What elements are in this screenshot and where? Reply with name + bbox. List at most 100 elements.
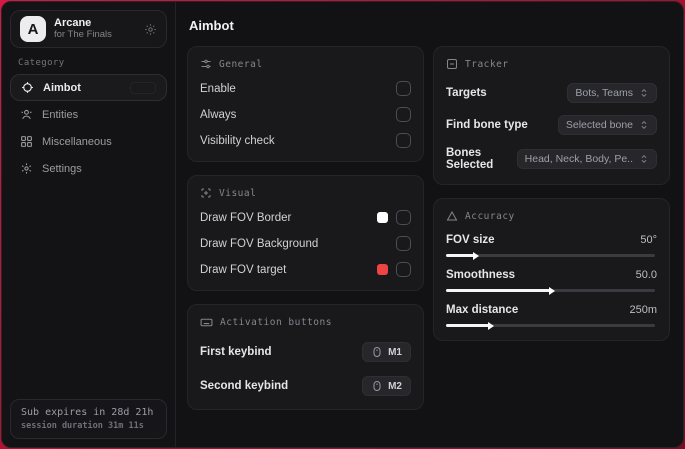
keybind-value: M2 (388, 380, 402, 392)
setting-row: Enable (200, 81, 411, 96)
max-distance-value: 250m (629, 304, 657, 316)
slider-thumb[interactable] (487, 321, 494, 330)
setting-label: Max distance (446, 304, 519, 316)
main-content: Aimbot General Enable Always Visibility … (176, 2, 683, 447)
setting-row: Always (200, 107, 411, 122)
setting-label: Draw FOV target (200, 263, 287, 276)
enable-checkbox[interactable] (396, 81, 411, 96)
left-column: General Enable Always Visibility check V… (187, 46, 424, 410)
visibility-check-checkbox[interactable] (396, 133, 411, 148)
targets-dropdown[interactable]: Bots, Teams (567, 83, 657, 103)
card-title: Visual (219, 187, 257, 199)
card-title: Activation buttons (220, 317, 332, 328)
setting-label: FOV size (446, 234, 495, 246)
keyboard-icon (200, 318, 213, 327)
subscription-info: Sub expires in 28d 21h session duration … (10, 399, 167, 439)
always-checkbox[interactable] (396, 107, 411, 122)
setting-label: Always (200, 108, 237, 121)
sliders-icon (201, 59, 211, 69)
setting-row: Visibility check (200, 133, 411, 148)
setting-label: Find bone type (446, 119, 528, 131)
setting-label: Smoothness (446, 269, 516, 281)
chevrons-up-down-icon (641, 154, 647, 164)
setting-label: Visibility check (200, 134, 275, 147)
setting-label: Draw FOV Background (200, 237, 319, 250)
tracker-card: Tracker Targets Bots, Teams Find bone ty… (433, 46, 670, 185)
smoothness-value: 50.0 (635, 269, 657, 281)
mouse-icon (373, 347, 381, 357)
grid-icon (21, 136, 32, 147)
sidebar-item-label: Miscellaneous (42, 135, 112, 148)
right-column: Tracker Targets Bots, Teams Find bone ty… (433, 46, 670, 410)
card-title: Tracker (465, 58, 509, 70)
setting-row: First keybind M1 (200, 342, 411, 362)
gear-icon (21, 163, 32, 174)
setting-row: Draw FOV Background (200, 236, 411, 251)
sidebar-item-aimbot[interactable]: Aimbot (10, 74, 167, 101)
setting-label: First keybind (200, 346, 272, 358)
visual-card: Visual Draw FOV Border Draw FOV Backgrou… (187, 175, 424, 291)
crosshair-icon (22, 82, 33, 93)
slider-row: FOV size 50° (446, 234, 657, 260)
sidebar-item-label: Entities (42, 108, 79, 121)
slider-row: Smoothness 50.0 (446, 269, 657, 295)
setting-label: Enable (200, 82, 236, 95)
page-title: Aimbot (189, 18, 234, 33)
smoothness-slider[interactable] (446, 286, 655, 295)
sidebar-item-miscellaneous[interactable]: Miscellaneous (10, 128, 167, 155)
sidebar: A Arcane for The Finals Category Aimbot (2, 2, 176, 447)
mouse-icon (373, 381, 381, 391)
general-card: General Enable Always Visibility check (187, 46, 424, 162)
focus-icon (201, 188, 211, 198)
setting-row: Draw FOV target (200, 262, 411, 277)
chevrons-up-down-icon (641, 88, 647, 98)
app-window: A Arcane for The Finals Category Aimbot (1, 1, 684, 448)
slider-row: Max distance 250m (446, 304, 657, 330)
max-distance-slider[interactable] (446, 321, 655, 330)
fov-target-color-swatch[interactable] (377, 264, 388, 275)
dropdown-value: Head, Neck, Body, Pe.. (524, 153, 633, 165)
dropdown-value: Bots, Teams (575, 87, 633, 99)
second-keybind-button[interactable]: M2 (362, 376, 411, 396)
setting-row: Second keybind M2 (200, 376, 411, 396)
draw-fov-target-checkbox[interactable] (396, 262, 411, 277)
sidebar-item-entities[interactable]: Entities (10, 101, 167, 128)
keybind-ghost-badge (130, 81, 156, 94)
setting-row: Draw FOV Border (200, 210, 411, 225)
draw-fov-background-checkbox[interactable] (396, 236, 411, 251)
dropdown-value: Selected bone (565, 119, 633, 131)
setting-label: Draw FOV Border (200, 211, 292, 224)
session-duration-text: session duration 31m 11s (21, 421, 144, 431)
triangle-icon (446, 210, 458, 221)
fov-size-value: 50° (640, 234, 657, 246)
entities-icon (21, 109, 32, 120)
sidebar-item-label: Aimbot (43, 81, 81, 94)
chevrons-up-down-icon (641, 120, 647, 130)
fov-size-slider[interactable] (446, 251, 655, 260)
bones-selected-dropdown[interactable]: Head, Neck, Body, Pe.. (516, 149, 657, 169)
slider-thumb[interactable] (548, 286, 555, 295)
keybind-value: M1 (388, 346, 402, 358)
tracker-icon (447, 59, 457, 69)
category-label: Category (18, 58, 65, 68)
accuracy-card: Accuracy FOV size 50° Smoothness 50.0 Ma… (433, 198, 670, 341)
app-name: Arcane (54, 17, 92, 30)
setting-row: Find bone type Selected bone (446, 115, 657, 135)
settings-gear-icon[interactable] (144, 23, 157, 36)
slider-thumb[interactable] (473, 251, 480, 260)
setting-label: Targets (446, 87, 487, 99)
app-header: A Arcane for The Finals (10, 10, 167, 48)
app-logo: A (20, 16, 46, 42)
fov-border-color-swatch[interactable] (377, 212, 388, 223)
setting-row: Targets Bots, Teams (446, 83, 657, 103)
card-title: General (219, 58, 263, 70)
sidebar-item-label: Settings (42, 162, 82, 175)
card-title: Accuracy (465, 210, 515, 222)
setting-label: Bones Selected (446, 147, 494, 171)
find-bone-type-dropdown[interactable]: Selected bone (557, 115, 657, 135)
sub-expiry-text: Sub expires in 28d 21h (21, 407, 154, 418)
first-keybind-button[interactable]: M1 (362, 342, 411, 362)
sidebar-item-settings[interactable]: Settings (10, 155, 167, 182)
app-subtitle: for The Finals (54, 29, 112, 41)
draw-fov-border-checkbox[interactable] (396, 210, 411, 225)
